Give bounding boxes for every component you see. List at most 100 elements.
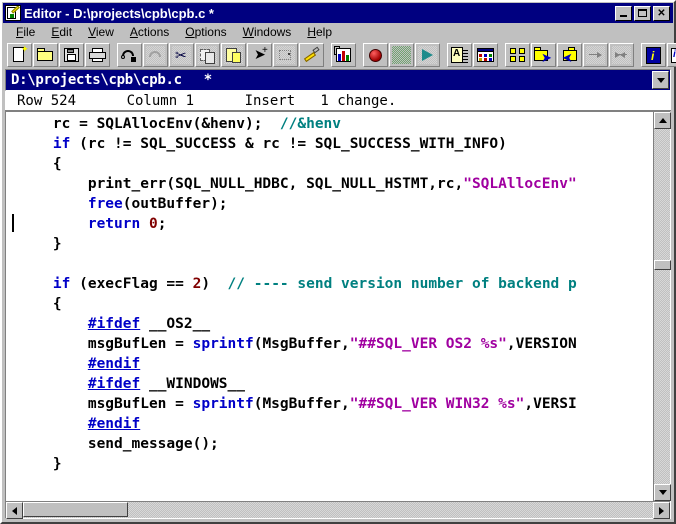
select-pointer-button[interactable]: ➤ + bbox=[247, 42, 272, 67]
forward-button[interactable] bbox=[583, 42, 608, 67]
modified-marker: * bbox=[203, 72, 212, 88]
grid-button[interactable] bbox=[389, 42, 414, 67]
file-path-text[interactable]: D:\projects\cpb\cpb.c * bbox=[6, 70, 652, 90]
print-button[interactable] bbox=[85, 42, 110, 67]
scroll-up-icon bbox=[658, 118, 667, 123]
back-button[interactable] bbox=[609, 42, 634, 67]
record-stop-icon bbox=[366, 46, 385, 64]
back-arrow-icon bbox=[612, 45, 631, 64]
info-button[interactable]: i bbox=[641, 42, 666, 67]
menu-bar: File Edit View Actions Options Windows H… bbox=[2, 23, 674, 41]
brush-icon bbox=[302, 46, 321, 64]
prev-file-button[interactable]: ➤ bbox=[557, 42, 582, 67]
info-icon: i bbox=[644, 46, 663, 64]
code-token: #endif bbox=[87, 356, 141, 372]
status-line: Row 524 Column 1 Insert 1 change. bbox=[5, 91, 671, 111]
tile-windows-icon bbox=[508, 46, 527, 64]
code-line: if (rc != SQL_SUCCESS & rc != SQL_SUCCES… bbox=[18, 134, 653, 154]
file-path-bar[interactable]: D:\projects\cpb\cpb.c * bbox=[5, 69, 671, 91]
menu-options[interactable]: Options bbox=[177, 24, 234, 40]
calendar-button[interactable] bbox=[473, 42, 498, 67]
help-book-button[interactable]: i bbox=[667, 42, 676, 67]
editor-gutter bbox=[6, 112, 18, 501]
brush-button[interactable] bbox=[299, 42, 324, 67]
select-pointer-icon: ➤ + bbox=[254, 44, 268, 62]
code-token: #endif bbox=[87, 416, 141, 432]
menu-view[interactable]: View bbox=[80, 24, 122, 40]
menu-windows[interactable]: Windows bbox=[235, 24, 300, 40]
open-file-button[interactable] bbox=[33, 42, 58, 67]
scroll-left-icon bbox=[12, 506, 17, 515]
editor-pencil-icon bbox=[5, 5, 21, 21]
code-token: "##SQL_VER OS2 %s" bbox=[349, 336, 507, 352]
code-line: free(outBuffer); bbox=[18, 194, 653, 214]
code-token: sprintf bbox=[192, 336, 254, 352]
menu-file[interactable]: File bbox=[8, 24, 43, 40]
print-icon bbox=[88, 46, 107, 64]
code-token: if bbox=[52, 136, 71, 152]
save-disk-icon bbox=[62, 46, 81, 64]
menu-edit[interactable]: Edit bbox=[43, 24, 80, 40]
menu-label: indows bbox=[253, 25, 292, 39]
maximize-button[interactable] bbox=[634, 5, 651, 21]
vertical-scroll-track[interactable] bbox=[654, 129, 671, 484]
horizontal-scroll-track[interactable] bbox=[23, 502, 653, 518]
tile-windows-button[interactable] bbox=[505, 42, 530, 67]
copy-button[interactable] bbox=[195, 42, 220, 67]
new-file-button[interactable]: ✦ bbox=[7, 42, 32, 67]
code-token: (execFlag == bbox=[70, 276, 193, 292]
save-button[interactable] bbox=[59, 42, 84, 67]
code-text-area[interactable]: rc = SQLAllocEnv(&henv); //&henv if (rc … bbox=[18, 112, 653, 501]
scroll-down-button[interactable] bbox=[654, 484, 671, 501]
menu-accel: V bbox=[88, 25, 96, 39]
record-button[interactable] bbox=[363, 42, 388, 67]
code-token: "SQLAllocEnv" bbox=[463, 176, 577, 192]
new-file-icon: ✦ bbox=[10, 44, 29, 64]
close-button[interactable]: ✕ bbox=[653, 5, 670, 21]
file-list-dropdown-button[interactable] bbox=[652, 71, 669, 89]
undo-button[interactable] bbox=[117, 42, 142, 67]
code-token: if bbox=[52, 276, 71, 292]
menu-help[interactable]: Help bbox=[299, 24, 340, 40]
menu-accel: W bbox=[242, 25, 254, 39]
code-line: { bbox=[18, 294, 653, 314]
cut-button[interactable]: ✂ bbox=[169, 42, 194, 67]
code-line: msgBufLen = sprintf(MsgBuffer,"##SQL_VER… bbox=[18, 334, 653, 354]
menu-label: ptions bbox=[194, 25, 227, 39]
code-token: msgBufLen = bbox=[18, 396, 193, 412]
title-bar: Editor - D:\projects\cpb\cpb.c * ✕ bbox=[3, 3, 673, 23]
close-icon: ✕ bbox=[657, 7, 666, 19]
font-button[interactable]: A bbox=[447, 42, 472, 67]
menu-actions[interactable]: Actions bbox=[122, 24, 177, 40]
chart-button[interactable] bbox=[331, 42, 356, 67]
paste-button[interactable] bbox=[221, 42, 246, 67]
chevron-down-icon bbox=[656, 77, 665, 83]
vertical-scroll-thumb[interactable] bbox=[654, 260, 671, 270]
font-text-icon: A bbox=[450, 46, 469, 64]
code-token: free bbox=[87, 196, 123, 212]
next-file-button[interactable]: ➤ bbox=[531, 42, 556, 67]
menu-accel: O bbox=[185, 25, 195, 39]
redo-button[interactable] bbox=[143, 42, 168, 67]
code-token: // ---- send version number of backend p bbox=[227, 276, 577, 292]
prev-file-icon: ➤ bbox=[560, 46, 579, 65]
horizontal-scrollbar[interactable] bbox=[6, 501, 670, 519]
dotted-select-button[interactable] bbox=[273, 42, 298, 67]
cursor-line-marker bbox=[12, 214, 14, 232]
vertical-scrollbar[interactable] bbox=[653, 112, 671, 501]
minimize-button[interactable] bbox=[615, 5, 632, 21]
menu-accel: A bbox=[129, 25, 138, 39]
scroll-up-button[interactable] bbox=[654, 112, 671, 129]
scroll-left-button[interactable] bbox=[6, 502, 23, 519]
code-token: ) bbox=[201, 276, 228, 292]
code-token: } bbox=[18, 236, 62, 252]
play-button[interactable] bbox=[415, 42, 440, 67]
horizontal-scroll-thumb[interactable] bbox=[23, 502, 128, 517]
chart-icon bbox=[334, 45, 353, 64]
code-token: ,VERSION bbox=[506, 336, 577, 352]
scroll-right-button[interactable] bbox=[653, 502, 670, 519]
